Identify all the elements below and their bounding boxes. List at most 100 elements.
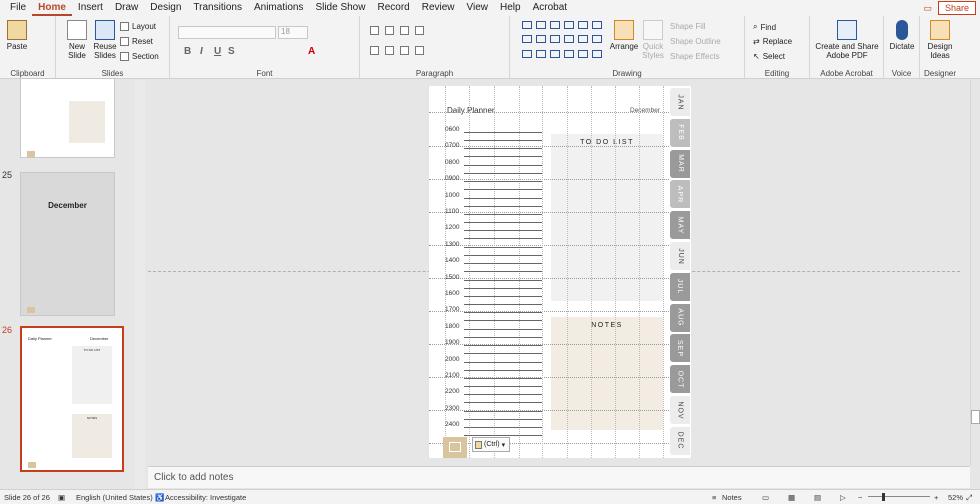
paste-button[interactable]: Paste bbox=[4, 20, 30, 51]
fit-window-icon[interactable]: ⤢ bbox=[966, 493, 972, 503]
zoom-level[interactable]: 52% bbox=[948, 493, 963, 502]
normal-view-icon[interactable]: ▭ bbox=[762, 493, 769, 502]
shape-icon[interactable] bbox=[578, 49, 588, 58]
shape-icon[interactable] bbox=[550, 21, 560, 29]
shape-icon[interactable] bbox=[550, 35, 560, 44]
increase-indent-icon[interactable] bbox=[415, 26, 424, 35]
zoom-slider[interactable] bbox=[868, 496, 930, 497]
tab-acrobat[interactable]: Acrobat bbox=[527, 0, 573, 16]
slide-sorter-icon[interactable]: ▦ bbox=[788, 493, 795, 502]
shape-icon[interactable] bbox=[592, 35, 602, 44]
month-tab-apr[interactable]: APR bbox=[670, 180, 690, 209]
align-right-icon[interactable] bbox=[400, 46, 409, 55]
shape-icon[interactable] bbox=[592, 49, 602, 58]
decrease-indent-icon[interactable] bbox=[400, 26, 409, 35]
tab-insert[interactable]: Insert bbox=[72, 0, 109, 16]
tab-design[interactable]: Design bbox=[144, 0, 187, 16]
zoom-slider-thumb[interactable] bbox=[882, 493, 885, 501]
canvas-scrollbar[interactable] bbox=[970, 80, 980, 465]
tab-animations[interactable]: Animations bbox=[248, 0, 309, 16]
tab-file[interactable]: File bbox=[4, 0, 32, 16]
slide-26[interactable]: Daily Planner December TO DO LIST NOTES … bbox=[429, 86, 691, 458]
reading-view-icon[interactable]: ▤ bbox=[814, 493, 821, 502]
zoom-out-button[interactable]: − bbox=[858, 493, 862, 502]
section-button[interactable]: Section bbox=[120, 52, 159, 61]
shape-icon[interactable] bbox=[522, 35, 532, 44]
shadow-button[interactable]: S bbox=[228, 46, 235, 57]
shape-outline-button[interactable]: Shape Outline bbox=[670, 37, 721, 46]
notes-toggle[interactable]: Notes bbox=[722, 493, 742, 502]
shapes-gallery[interactable] bbox=[522, 21, 602, 61]
shape-icon[interactable] bbox=[564, 35, 574, 44]
align-center-icon[interactable] bbox=[385, 46, 394, 55]
month-tab-sep[interactable]: SEP bbox=[670, 334, 690, 363]
notes-pane[interactable]: Click to add notes bbox=[148, 466, 970, 488]
font-color-button[interactable]: A bbox=[308, 46, 315, 57]
language-indicator[interactable]: English (United States) bbox=[76, 493, 153, 502]
create-pdf-button[interactable]: Create and Share Adobe PDF bbox=[814, 20, 880, 60]
comments-icon[interactable]: ▭ bbox=[923, 3, 932, 14]
dictate-button[interactable]: Dictate bbox=[888, 20, 916, 51]
shape-icon[interactable] bbox=[578, 35, 588, 44]
month-tab-dec[interactable]: DEC bbox=[670, 426, 690, 455]
slide-thumbnail-25[interactable]: December bbox=[20, 172, 115, 316]
shape-icon[interactable] bbox=[550, 49, 560, 58]
justify-icon[interactable] bbox=[415, 46, 424, 55]
month-tab-mar[interactable]: MAR bbox=[670, 149, 690, 178]
tab-slide-show[interactable]: Slide Show bbox=[309, 0, 371, 16]
shape-effects-button[interactable]: Shape Effects bbox=[670, 52, 720, 61]
slide-thumbnail-26[interactable]: Daily Planner December TO DO LIST NOTES bbox=[20, 326, 124, 472]
shape-icon[interactable] bbox=[522, 49, 532, 58]
tab-view[interactable]: View bbox=[461, 0, 495, 16]
home-button[interactable] bbox=[443, 437, 467, 458]
shape-icon[interactable] bbox=[592, 21, 602, 29]
month-tab-jun[interactable]: JUN bbox=[670, 242, 690, 270]
scroll-thumb[interactable] bbox=[971, 410, 980, 424]
bold-button[interactable]: B bbox=[184, 46, 191, 57]
align-left-icon[interactable] bbox=[370, 46, 379, 55]
tab-record[interactable]: Record bbox=[371, 0, 415, 16]
shape-fill-button[interactable]: Shape Fill bbox=[670, 22, 706, 31]
font-size-box[interactable]: 18 bbox=[278, 26, 308, 39]
new-slide-button[interactable]: New Slide bbox=[64, 20, 90, 60]
slide-thumbnail-24[interactable] bbox=[20, 78, 115, 158]
slide-thumbnail-panel[interactable]: 25 December 26 Daily Planner December TO… bbox=[0, 78, 145, 489]
shape-icon[interactable] bbox=[536, 49, 546, 58]
shape-icon[interactable] bbox=[536, 35, 546, 44]
month-tab-feb[interactable]: FEB bbox=[670, 118, 690, 147]
tab-help[interactable]: Help bbox=[494, 0, 527, 16]
shape-icon[interactable] bbox=[522, 21, 532, 29]
paste-options-button[interactable]: (Ctrl) ▾ bbox=[472, 437, 510, 452]
month-tab-oct[interactable]: OCT bbox=[670, 365, 690, 394]
layout-button[interactable]: Layout bbox=[120, 22, 156, 31]
month-tab-nov[interactable]: NOV bbox=[670, 396, 690, 424]
reuse-slides-button[interactable]: Reuse Slides bbox=[92, 20, 118, 60]
shape-icon[interactable] bbox=[536, 21, 546, 29]
shape-icon[interactable] bbox=[578, 21, 588, 29]
design-ideas-button[interactable]: Design Ideas bbox=[924, 20, 956, 60]
tab-home[interactable]: Home bbox=[32, 0, 72, 16]
shape-icon[interactable] bbox=[564, 49, 574, 58]
shape-icon[interactable] bbox=[564, 21, 574, 29]
spelling-icon[interactable]: ▣ bbox=[58, 493, 65, 502]
month-tab-aug[interactable]: AUG bbox=[670, 303, 690, 332]
tab-review[interactable]: Review bbox=[416, 0, 461, 16]
accessibility-status[interactable]: Accessibility: Investigate bbox=[165, 493, 246, 502]
month-tab-jan[interactable]: JAN bbox=[670, 88, 690, 116]
planner-title[interactable]: Daily Planner bbox=[447, 106, 495, 115]
month-tab-jul[interactable]: JUL bbox=[670, 272, 690, 301]
font-name-box[interactable] bbox=[178, 26, 276, 39]
arrange-button[interactable]: Arrange bbox=[608, 20, 640, 51]
share-button[interactable]: Share bbox=[937, 1, 976, 15]
numbering-icon[interactable] bbox=[385, 26, 394, 35]
underline-button[interactable]: U bbox=[214, 46, 221, 57]
find-button[interactable]: ⌕ Find bbox=[753, 22, 776, 32]
quick-styles-button[interactable]: Quick Styles bbox=[640, 20, 666, 60]
tab-draw[interactable]: Draw bbox=[109, 0, 144, 16]
tab-transitions[interactable]: Transitions bbox=[187, 0, 248, 16]
slide-canvas[interactable]: Daily Planner December TO DO LIST NOTES … bbox=[148, 80, 970, 465]
month-tab-may[interactable]: MAY bbox=[670, 211, 690, 240]
italic-button[interactable]: I bbox=[200, 46, 203, 57]
replace-button[interactable]: ⇄ Replace bbox=[753, 37, 792, 46]
reset-button[interactable]: Reset bbox=[120, 37, 153, 46]
